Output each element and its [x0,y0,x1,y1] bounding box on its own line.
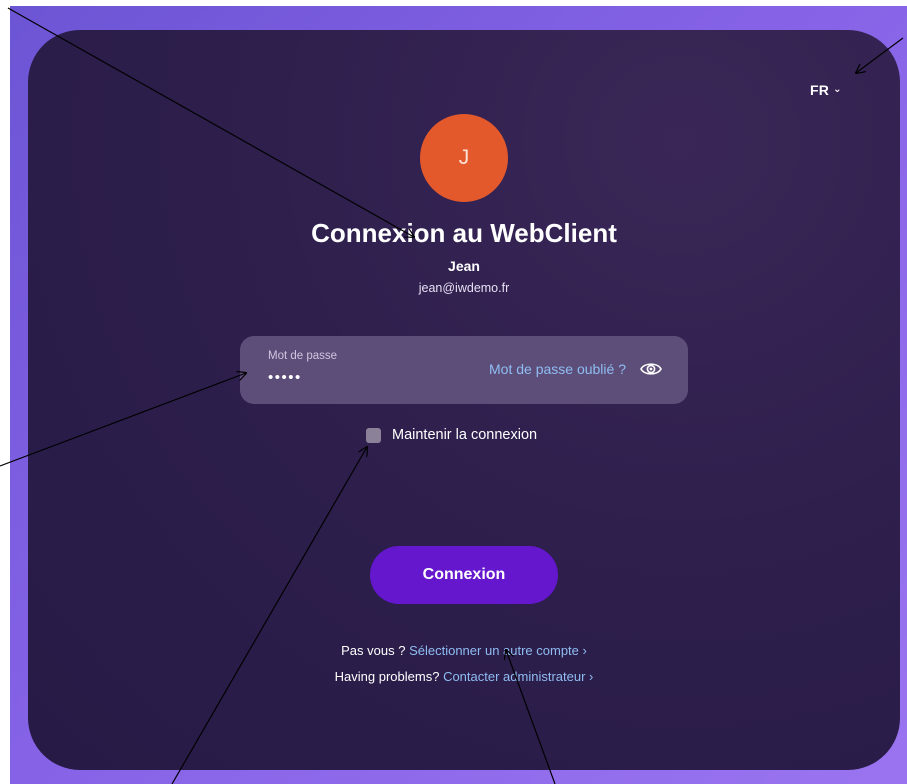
problems-line: Having problems? Contacter administrateu… [28,669,900,684]
forgot-password-link[interactable]: Mot de passe oublié ? [489,361,626,377]
problems-text: Having problems? [334,669,440,684]
remember-me-label: Maintenir la connexion [392,427,538,443]
avatar: J [420,114,508,202]
login-card: FR ⌄ J Connexion au WebClient Jean jean@i… [28,30,900,770]
language-selector[interactable]: FR ⌄ [810,82,842,98]
checkbox-box[interactable] [366,427,381,443]
chevron-down-icon: ⌄ [833,84,842,95]
user-email: jean@iwdemo.fr [418,281,510,295]
select-account-link[interactable]: Sélectionner un autre compte › [409,643,587,658]
contact-admin-link[interactable]: Contacter administrateur › [443,669,593,684]
remember-me-checkbox[interactable]: Maintenir la connexion [366,427,537,443]
login-button[interactable]: Connexion [370,546,558,604]
screenshot-stage: FR ⌄ J Connexion au WebClient Jean jean@i… [0,0,907,784]
language-code: FR [810,82,830,98]
not-you-line: Pas vous ? Sélectionner un autre compte … [28,643,900,658]
password-label: Mot de passe [268,350,338,362]
password-input[interactable] [266,368,420,387]
not-you-text: Pas vous ? [341,643,406,658]
avatar-letter: J [458,146,470,169]
user-name: Jean [448,258,480,274]
eye-icon[interactable] [640,360,662,378]
page-title: Connexion au WebClient [311,218,617,248]
password-field[interactable]: Mot de passe Mot de passe oublié ? [240,336,688,404]
